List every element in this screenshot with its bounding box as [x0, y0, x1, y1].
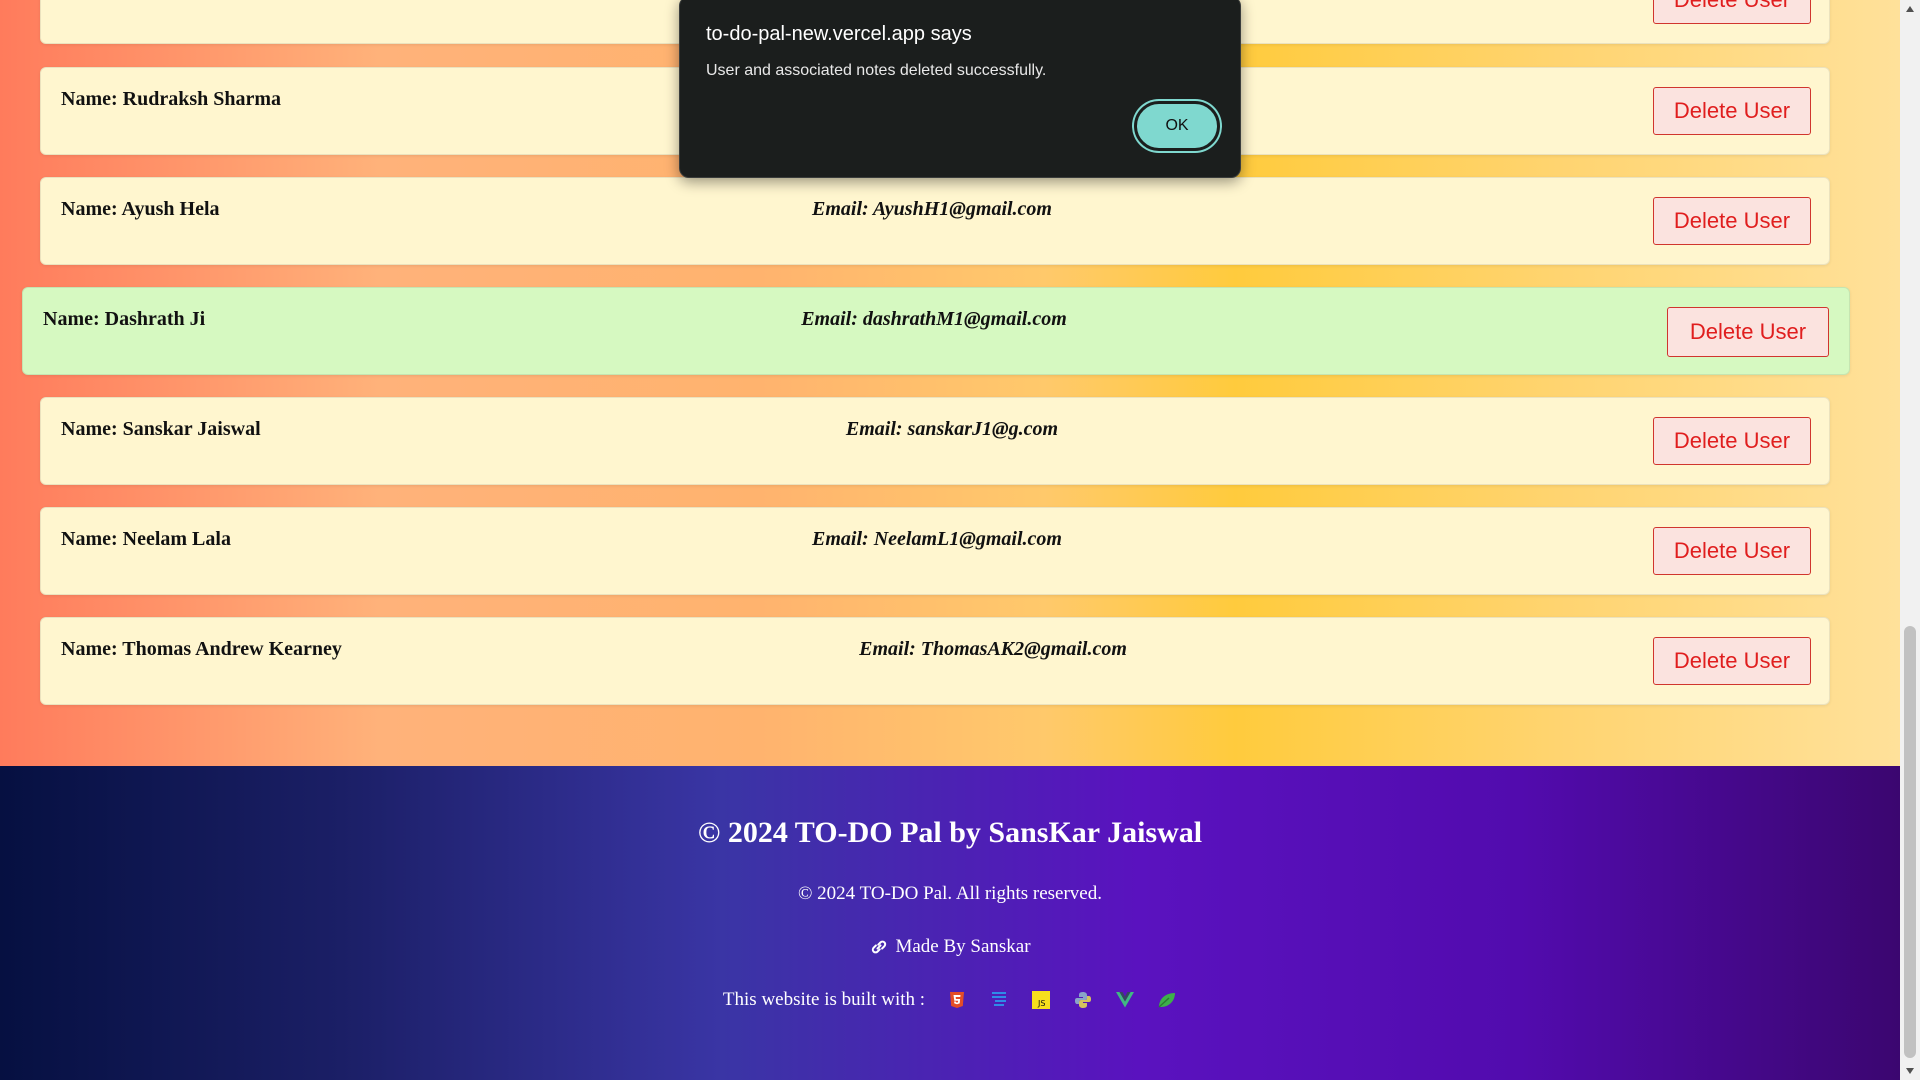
- delete-user-button[interactable]: Delete User: [1653, 527, 1811, 575]
- html5-icon: [947, 990, 967, 1010]
- user-row-highlighted: Name: Dashrath Ji Email: dashrathM1@gmai…: [22, 287, 1850, 375]
- delete-user-button[interactable]: Delete User: [1653, 637, 1811, 685]
- site-footer: © 2024 TO-DO Pal by SansKar Jaiswal © 20…: [0, 766, 1900, 1080]
- delete-user-button[interactable]: Delete User: [1653, 417, 1811, 465]
- tech-icon-list: JS: [947, 990, 1177, 1010]
- dialog-message: User and associated notes deleted succes…: [706, 62, 1047, 79]
- delete-user-button[interactable]: Delete User: [1667, 307, 1829, 357]
- made-by-text: Made By Sanskar: [895, 936, 1031, 957]
- footer-copyright: © 2024 TO-DO Pal. All rights reserved.: [798, 883, 1102, 904]
- user-email: Email: dashrathM1@gmail.com: [801, 308, 1067, 330]
- scroll-down-arrow-icon[interactable]: [1900, 1062, 1920, 1080]
- made-by-link[interactable]: Made By Sanskar: [0, 936, 1900, 958]
- vue-icon: [1115, 990, 1135, 1010]
- user-row: Name: Ayush Hela Email: AyushH1@gmail.co…: [40, 177, 1830, 265]
- vertical-scrollbar[interactable]: [1900, 0, 1920, 1080]
- dialog-title: to-do-pal-new.vercel.app says: [706, 23, 972, 45]
- delete-user-button[interactable]: Delete User: [1653, 197, 1811, 245]
- user-row: Name: Neelam Lala Email: NeelamL1@gmail.…: [40, 507, 1830, 595]
- css3-icon: [989, 990, 1009, 1010]
- alert-dialog: to-do-pal-new.vercel.app says User and a…: [679, 0, 1241, 178]
- ok-button[interactable]: OK: [1134, 101, 1220, 151]
- user-name: Name: Ayush Hela: [61, 198, 220, 220]
- scrollbar-thumb[interactable]: [1904, 626, 1916, 1058]
- built-with: This website is built with : JS: [0, 989, 1900, 1011]
- user-name: Name: Rudraksh Sharma: [61, 88, 282, 110]
- built-with-label: This website is built with :: [722, 989, 926, 1010]
- svg-text:JS: JS: [1037, 999, 1045, 1008]
- user-email: Email: ThomasAK2@gmail.com: [859, 638, 1127, 660]
- mongodb-leaf-icon: [1157, 990, 1177, 1010]
- user-row: Name: Sanskar Jaiswal Email: sanskarJ1@g…: [40, 397, 1830, 485]
- delete-user-button[interactable]: Delete User: [1653, 0, 1811, 24]
- scroll-up-arrow-icon[interactable]: [1900, 0, 1920, 18]
- user-email: Email: AyushH1@gmail.com: [812, 198, 1052, 220]
- user-row: Name: Thomas Andrew Kearney Email: Thoma…: [40, 617, 1830, 705]
- user-name: Name: Thomas Andrew Kearney: [61, 638, 342, 660]
- user-email: Email: sanskarJ1@g.com: [845, 418, 1059, 440]
- user-name: Name: Neelam Lala: [61, 528, 231, 550]
- javascript-icon: JS: [1031, 990, 1051, 1010]
- delete-user-button[interactable]: Delete User: [1653, 87, 1811, 135]
- footer-title: © 2024 TO-DO Pal by SansKar Jaiswal: [697, 816, 1203, 849]
- user-email: Email: NeelamL1@gmail.com: [812, 528, 1062, 550]
- python-icon: [1073, 990, 1093, 1010]
- link-icon: [869, 937, 889, 957]
- user-name: Name: Sanskar Jaiswal: [61, 418, 261, 440]
- user-name: Name: Dashrath Ji: [43, 308, 206, 330]
